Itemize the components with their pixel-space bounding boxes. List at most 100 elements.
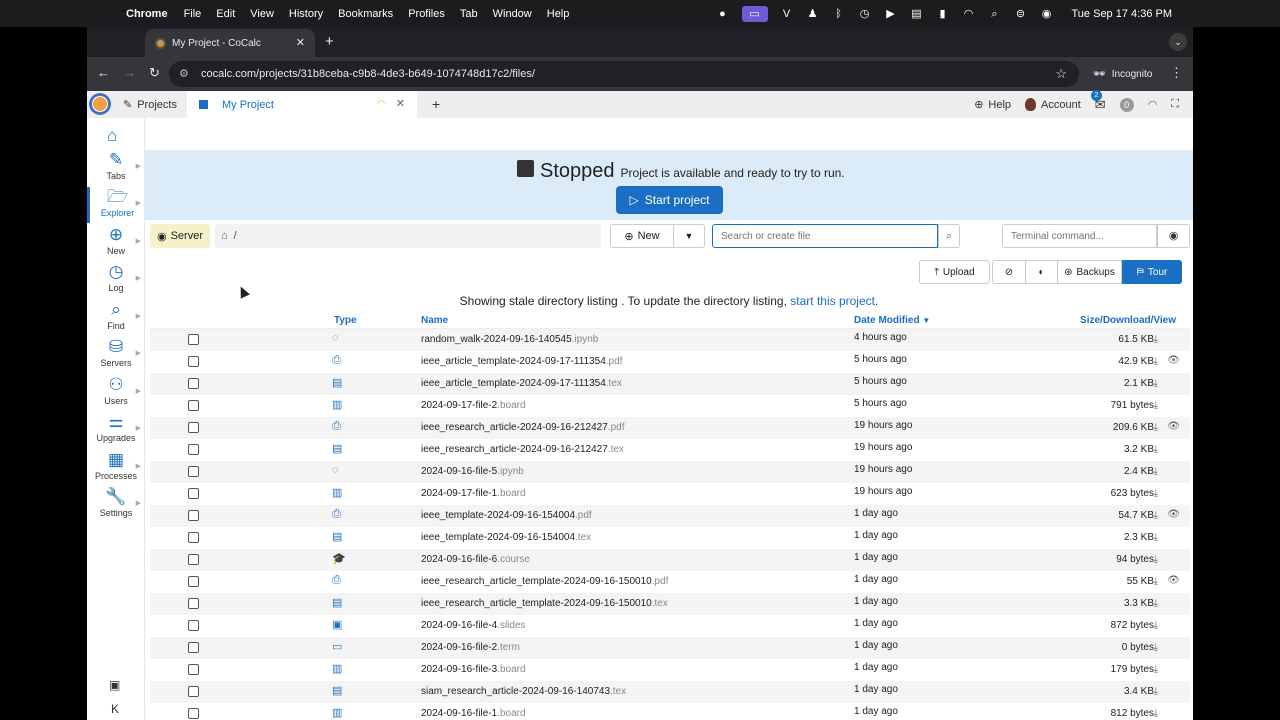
row-checkbox[interactable]	[188, 400, 199, 411]
caret-right-icon[interactable]: ▶	[136, 462, 141, 470]
sidebar-item-users[interactable]: ⚇ Users ▶	[87, 375, 145, 411]
chevron-down-icon[interactable]: ▼	[674, 231, 704, 241]
run-command-icon[interactable]: ◉	[1157, 224, 1190, 248]
breadcrumb[interactable]: ⌂ /	[215, 224, 601, 248]
notifications-button[interactable]: 0	[1119, 97, 1134, 112]
table-row[interactable]: ⎙ ieee_template-2024-09-16-154004.pdf 1 da…	[150, 505, 1190, 527]
file-name[interactable]: ieee_research_article-2024-09-16-212427.…	[421, 422, 624, 433]
file-name[interactable]: 2024-09-16-file-6.course	[421, 554, 530, 565]
chevron-down-icon[interactable]: ⌄	[1169, 33, 1187, 51]
record-icon[interactable]: ●	[716, 8, 730, 20]
download-icon[interactable]: ⤓	[1154, 510, 1158, 521]
menu-app-name[interactable]: Chrome	[126, 8, 168, 20]
hide-hidden-files-button[interactable]: ⊘	[992, 260, 1026, 284]
site-info-icon[interactable]: ⚙	[179, 67, 189, 80]
clock-icon[interactable]: ◷	[858, 8, 872, 20]
file-name[interactable]: 2024-09-17-file-2.board	[421, 400, 526, 411]
row-checkbox[interactable]	[188, 708, 199, 719]
download-icon[interactable]: ⤓	[1154, 422, 1158, 433]
browser-tab[interactable]: My Project - CoCalc ✕	[145, 29, 315, 57]
table-row[interactable]: ▥ 2024-09-16-file-1.board 1 day ago 812 byt…	[150, 703, 1190, 720]
menubar-clock[interactable]: Tue Sep 17 4:36 PM	[1072, 8, 1173, 20]
file-name[interactable]: ieee_research_article_template-2024-09-1…	[421, 598, 668, 609]
cocalc-logo[interactable]	[89, 93, 111, 115]
address-bar[interactable]: ⚙ cocalc.com/projects/31b8ceba-c9b8-4de3…	[169, 61, 1079, 87]
sidebar-item-tabs[interactable]: ✎ Tabs ▶	[87, 150, 145, 186]
incognito-badge[interactable]: 🕶 Incognito	[1085, 62, 1169, 86]
backups-button[interactable]: ⊛ Backups	[1058, 260, 1122, 284]
row-checkbox[interactable]	[188, 466, 199, 477]
search-input[interactable]	[712, 224, 938, 248]
projects-tab[interactable]: ✎ Projects	[115, 91, 185, 118]
row-checkbox[interactable]	[188, 554, 199, 565]
row-checkbox[interactable]	[188, 664, 199, 675]
spotlight-icon[interactable]: ⌕	[988, 8, 1002, 20]
download-icon[interactable]: ⤓	[1154, 554, 1158, 565]
download-icon[interactable]: ⤓	[1154, 620, 1158, 631]
fullscreen-button[interactable]: ⛶	[1171, 98, 1179, 111]
table-row[interactable]: ⎙ ieee_research_article-2024-09-16-212427…	[150, 417, 1190, 439]
close-project-icon[interactable]: ✕	[396, 97, 405, 110]
table-row[interactable]: ▥ 2024-09-17-file-2.board 5 hours ago 791 b…	[150, 395, 1190, 417]
menu-profiles[interactable]: Profiles	[408, 8, 445, 20]
download-icon[interactable]: ⤓	[1154, 488, 1158, 499]
collapse-sidebar-icon[interactable]: K	[111, 702, 119, 716]
caret-right-icon[interactable]: ▶	[136, 162, 141, 170]
file-name[interactable]: ieee_template-2024-09-16-154004.pdf	[421, 510, 592, 521]
table-row[interactable]: ▥ 2024-09-17-file-1.board 19 hours ago 623 …	[150, 483, 1190, 505]
file-name[interactable]: 2024-09-16-file-5.ipynb	[421, 466, 524, 477]
table-row[interactable]: ◌ random_walk-2024-09-16-140545.ipynb 4 ho…	[150, 329, 1190, 351]
table-row[interactable]: ◌ 2024-09-16-file-5.ipynb 19 hours ago 2.4 …	[150, 461, 1190, 483]
download-icon[interactable]: ⤓	[1154, 686, 1158, 697]
table-row[interactable]: ▤ ieee_research_article_template-2024-09-…	[150, 593, 1190, 615]
table-row[interactable]: ▣ 2024-09-16-file-4.slides 1 day ago 872 by…	[150, 615, 1190, 637]
close-tab-icon[interactable]: ✕	[296, 36, 305, 49]
caret-right-icon[interactable]: ▶	[136, 312, 141, 320]
sidebar-item-upgrades[interactable]: ⚌ Upgrades ▶	[87, 412, 145, 448]
download-icon[interactable]: ⤓	[1154, 708, 1158, 719]
breadcrumb-path[interactable]: /	[234, 230, 237, 242]
eye-icon[interactable]: 👁	[1167, 421, 1180, 432]
browser-menu-icon[interactable]: ⋮	[1170, 65, 1183, 81]
project-tab[interactable]: My Project ◠ ✕	[187, 91, 417, 118]
file-name[interactable]: ieee_article_template-2024-09-17-111354.…	[421, 356, 622, 367]
siri-icon[interactable]: ◉	[1040, 8, 1054, 20]
file-name[interactable]: ieee_article_template-2024-09-17-111354.…	[421, 378, 622, 389]
row-checkbox[interactable]	[188, 356, 199, 367]
person-icon[interactable]: ♟	[806, 8, 820, 20]
masked-files-button[interactable]: ◐	[1026, 260, 1058, 284]
account-button[interactable]: Account	[1025, 98, 1081, 111]
caret-right-icon[interactable]: ▶	[136, 349, 141, 357]
sidebar-item-explorer[interactable]: 🗁 Explorer ▶	[87, 187, 145, 223]
battery-icon[interactable]: ▮	[936, 8, 950, 20]
menu-view[interactable]: View	[250, 8, 274, 20]
eye-icon[interactable]: 👁	[1167, 355, 1180, 366]
download-icon[interactable]: ⤓	[1154, 532, 1158, 543]
menu-bookmarks[interactable]: Bookmarks	[338, 8, 393, 20]
start-project-link[interactable]: start this project	[790, 294, 875, 308]
home-icon[interactable]: ⌂	[221, 230, 228, 242]
file-name[interactable]: 2024-09-16-file-3.board	[421, 664, 526, 675]
table-row[interactable]: 🎓 2024-09-16-file-6.course 1 day ago 94 byt…	[150, 549, 1190, 571]
table-row[interactable]: ▤ ieee_article_template-2024-09-17-111354…	[150, 373, 1190, 395]
table-row[interactable]: ▥ 2024-09-16-file-3.board 1 day ago 179 byt…	[150, 659, 1190, 681]
download-icon[interactable]: ⤓	[1154, 664, 1158, 675]
menu-tab[interactable]: Tab	[460, 8, 478, 20]
download-icon[interactable]: ⤓	[1154, 378, 1158, 389]
download-icon[interactable]: ⤓	[1154, 598, 1158, 609]
tour-button[interactable]: ⛿ Tour	[1122, 260, 1182, 284]
row-checkbox[interactable]	[188, 576, 199, 587]
row-checkbox[interactable]	[188, 378, 199, 389]
menu-history[interactable]: History	[289, 8, 323, 20]
menu-window[interactable]: Window	[493, 8, 532, 20]
start-project-button[interactable]: ▷ Start project	[616, 186, 723, 214]
row-checkbox[interactable]	[188, 532, 199, 543]
download-icon[interactable]: ⤓	[1154, 642, 1158, 653]
sidebar-item-processes[interactable]: ▦ Processes ▶	[87, 450, 145, 486]
table-row[interactable]: ▭ 2024-09-16-file-2.term 1 day ago 0 bytes ⤓	[150, 637, 1190, 659]
download-icon[interactable]: ⤓	[1154, 400, 1158, 411]
caret-right-icon[interactable]: ▶	[136, 237, 141, 245]
help-button[interactable]: ⊕ Help	[974, 98, 1011, 112]
new-tab-icon[interactable]: +	[325, 33, 334, 50]
download-icon[interactable]: ⤓	[1154, 444, 1158, 455]
